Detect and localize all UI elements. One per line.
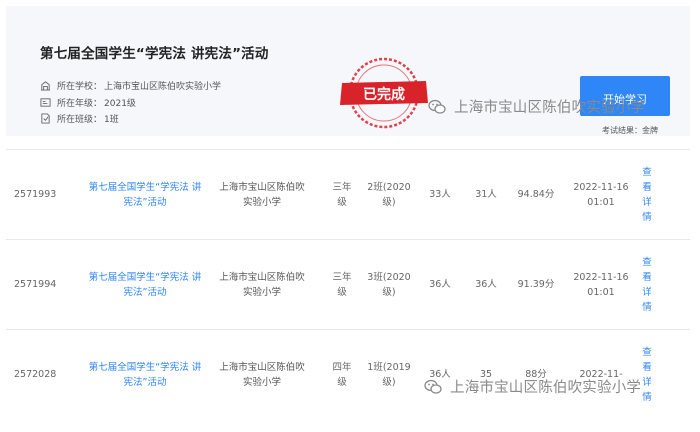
exam-result: 考试结果：金牌 [602,125,658,136]
id-card-icon [40,97,51,107]
table-row: 2571994 第七届全国学生“学宪法 讲宪法”活动 上海市宝山区陈伯吹实验小学… [6,240,690,329]
school-name: 上海市宝山区陈伯吹实验小学 [219,271,305,298]
grade-label: 所在年级： [57,98,103,109]
participant-count: 31人 [475,189,497,200]
score-cell: 94.84分 [517,189,555,200]
student-count: 36人 [429,369,451,380]
score-cell: 91.39分 [517,279,555,290]
grade-info: 所在年级： 2021级 [40,95,136,109]
document-edit-icon [41,112,50,124]
completed-stamp: 已完成 [336,55,432,131]
stamp-text: 已完成 [363,86,405,103]
grade-cell: 三年级 [332,271,352,298]
view-detail-link[interactable]: 查看详情 [640,240,654,329]
participant-count: 35 [479,369,493,380]
school-label: 所在学校： [57,81,103,92]
score-cell: 88分 [525,369,547,380]
class-info: 所在班级： 1班 [40,111,119,125]
wechat-watermark: 上海市宝山区陈伯吹实验小学 [424,376,641,397]
student-count: 36人 [429,279,451,290]
activity-link[interactable]: 第七届全国学生“学宪法 讲宪法”活动 [86,330,204,419]
time-cell: 2022-11-16 01:01 [573,181,629,208]
building-icon [40,80,51,91]
activity-link[interactable]: 第七届全国学生“学宪法 讲宪法”活动 [86,240,204,329]
grade-cell: 三年级 [332,181,352,208]
student-count: 33人 [429,189,451,200]
class-cell: 3班(2020级) [367,271,411,298]
class-label: 所在班级： [57,114,103,125]
record-id: 2572028 [14,369,57,380]
record-id: 2571993 [14,189,57,200]
school-value: 上海市宝山区陈伯吹实验小学 [104,81,222,92]
school-info: 所在学校： 上海市宝山区陈伯吹实验小学 [40,78,221,92]
school-name: 上海市宝山区陈伯吹实验小学 [219,181,305,208]
watermark-text: 上海市宝山区陈伯吹实验小学 [450,380,642,396]
time-cell: 2022-11-16 01:01 [573,271,629,298]
view-detail-link[interactable]: 查看详情 [640,330,654,419]
watermark-text: 上海市宝山区陈伯吹实验小学 [454,100,646,116]
table-row: 2571993 第七届全国学生“学宪法 讲宪法”活动 上海市宝山区陈伯吹实验小学… [6,150,690,239]
wechat-watermark: 上海市宝山区陈伯吹实验小学 [428,96,645,117]
class-value: 1班 [104,114,119,125]
grade-value: 2021级 [104,98,136,109]
table-row: 2572028 第七届全国学生“学宪法 讲宪法”活动 上海市宝山区陈伯吹实验小学… [6,330,690,419]
activity-title: 第七届全国学生“学宪法 讲宪法”活动 [40,46,269,62]
participant-count: 36人 [475,279,497,290]
class-cell: 2班(2020级) [367,181,411,208]
class-cell: 1班(2019级) [367,361,411,388]
view-detail-link[interactable]: 查看详情 [640,150,654,239]
wechat-icon [424,379,442,394]
school-name: 上海市宝山区陈伯吹实验小学 [219,361,305,388]
time-cell: 2022-11- [579,369,623,380]
record-id: 2571994 [14,279,57,290]
grade-cell: 四年级 [332,361,352,388]
result-label: 考试结果： [602,126,642,135]
activity-link[interactable]: 第七届全国学生“学宪法 讲宪法”活动 [86,150,204,239]
wechat-icon [428,99,446,114]
result-value: 金牌 [642,126,658,135]
